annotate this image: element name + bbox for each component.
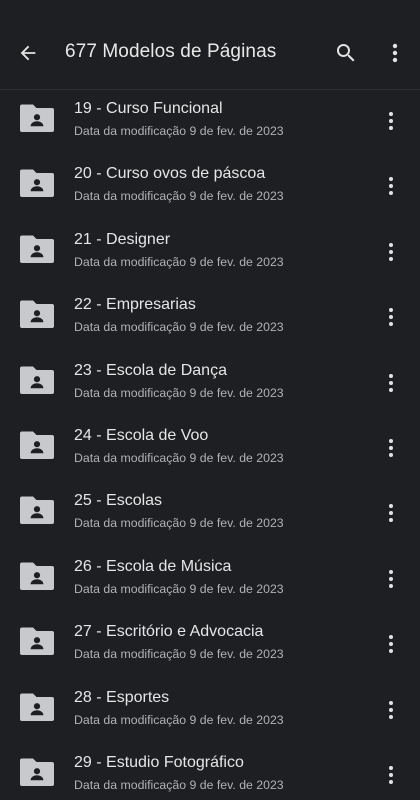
item-name: 28 - Esportes: [74, 688, 170, 706]
item-more-icon[interactable]: [380, 108, 402, 134]
item-more-icon[interactable]: [380, 566, 402, 592]
shared-folder-icon: [19, 299, 55, 329]
list-item[interactable]: 23 - Escola de Dança Data da modificação…: [0, 352, 420, 417]
item-modified-date: Data da modificação 9 de fev. de 2023: [74, 189, 284, 204]
list-item[interactable]: 28 - Esportes Data da modificação 9 de f…: [0, 679, 420, 744]
item-name: 21 - Designer: [74, 230, 171, 248]
item-name: 22 - Empresarias: [74, 296, 196, 314]
item-modified-date: Data da modificação 9 de fev. de 2023: [74, 385, 284, 400]
shared-folder-icon: [19, 757, 55, 787]
list-item[interactable]: 21 - Designer Data da modificação 9 de f…: [0, 221, 420, 286]
item-more-icon[interactable]: [380, 697, 402, 723]
item-name: 27 - Escritório e Advocacia: [74, 623, 264, 641]
item-more-icon[interactable]: [380, 173, 402, 199]
shared-folder-icon: [19, 626, 55, 656]
item-name: 19 - Curso Funcional: [74, 100, 223, 117]
item-more-icon[interactable]: [380, 435, 402, 461]
item-more-icon[interactable]: [380, 500, 402, 526]
item-more-icon[interactable]: [380, 304, 402, 330]
item-modified-date: Data da modificação 9 de fev. de 2023: [74, 254, 284, 269]
shared-folder-icon: [19, 168, 55, 198]
item-modified-date: Data da modificação 9 de fev. de 2023: [74, 320, 284, 335]
search-icon[interactable]: [333, 40, 359, 66]
item-modified-date: Data da modificação 9 de fev. de 2023: [74, 124, 284, 138]
item-name: 20 - Curso ovos de páscoa: [74, 165, 266, 183]
item-more-icon[interactable]: [380, 631, 402, 657]
shared-folder-icon: [19, 692, 55, 722]
shared-folder-icon: [19, 495, 55, 525]
item-name: 25 - Escolas: [74, 492, 163, 510]
list-item[interactable]: 26 - Escola de Música Data da modificaçã…: [0, 548, 420, 613]
back-arrow-icon[interactable]: [14, 39, 42, 67]
item-modified-date: Data da modificação 9 de fev. de 2023: [74, 451, 284, 465]
shared-folder-icon: [19, 103, 55, 133]
list-item[interactable]: 27 - Escritório e Advocacia Data da modi…: [0, 613, 420, 678]
item-modified-date: Data da modificação 9 de fev. de 2023: [74, 778, 284, 792]
item-name: 23 - Escola de Dança: [74, 361, 227, 379]
item-modified-date: Data da modificação 9 de fev. de 2023: [74, 581, 284, 596]
item-name: 24 - Escola de Voo: [74, 427, 209, 444]
item-modified-date: Data da modificação 9 de fev. de 2023: [74, 647, 284, 662]
list-item[interactable]: 22 - Empresarias Data da modificação 9 d…: [0, 286, 420, 351]
list-item[interactable]: 25 - Escolas Data da modificação 9 de fe…: [0, 482, 420, 547]
item-more-icon[interactable]: [380, 370, 402, 396]
list-item[interactable]: 29 - Estudio Fotográfico Data da modific…: [0, 744, 420, 800]
item-name: 26 - Escola de Música: [74, 557, 232, 575]
shared-folder-icon: [19, 430, 55, 460]
shared-folder-icon: [19, 234, 55, 264]
list-item[interactable]: 20 - Curso ovos de páscoa Data da modifi…: [0, 155, 420, 220]
file-list: 19 - Curso Funcional Data da modificação…: [0, 90, 420, 800]
list-item[interactable]: 19 - Curso Funcional Data da modificação…: [0, 90, 420, 155]
page-title: 677 Modelos de Páginas: [65, 41, 277, 62]
item-more-icon[interactable]: [380, 762, 402, 788]
list-item[interactable]: 24 - Escola de Voo Data da modificação 9…: [0, 417, 420, 482]
shared-folder-icon: [19, 561, 55, 591]
item-modified-date: Data da modificação 9 de fev. de 2023: [74, 516, 284, 531]
app-bar: 677 Modelos de Páginas: [0, 0, 420, 90]
item-name: 29 - Estudio Fotográfico: [74, 754, 244, 771]
shared-folder-icon: [19, 365, 55, 395]
item-modified-date: Data da modificação 9 de fev. de 2023: [74, 712, 284, 727]
item-more-icon[interactable]: [380, 239, 402, 265]
more-vert-icon[interactable]: [383, 40, 407, 66]
